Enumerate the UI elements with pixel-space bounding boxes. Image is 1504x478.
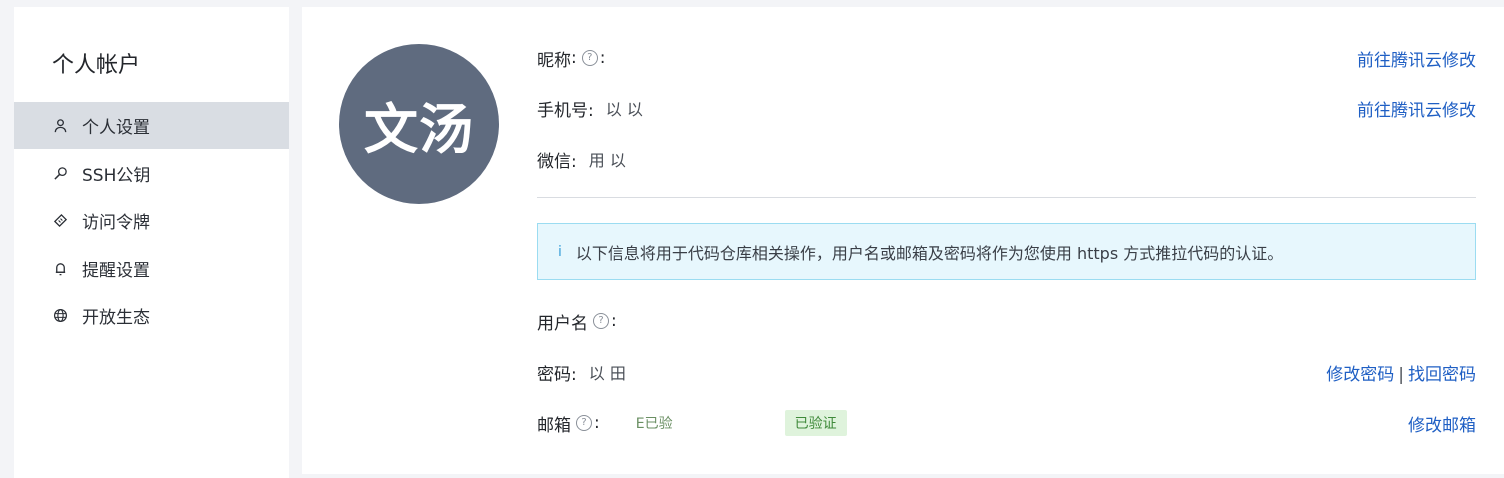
- username-row: 用户名 ? :: [537, 308, 1476, 334]
- help-icon[interactable]: ?: [593, 313, 609, 329]
- info-notice: i 以下信息将用于代码仓库相关操作，用户名或邮箱及密码将作为您使用 https …: [537, 223, 1476, 280]
- nickname-row: 昵称 : ? : 前往腾讯云修改: [537, 45, 1476, 71]
- help-icon[interactable]: ?: [576, 415, 592, 431]
- username-colon: :: [611, 311, 617, 331]
- sidebar: 个人帐户 个人设置 SSH公钥 访问令牌 提醒设置 开放生态: [14, 7, 289, 478]
- help-icon[interactable]: ?: [581, 50, 598, 66]
- bell-icon: [52, 261, 68, 277]
- password-label: 密码:: [537, 364, 577, 385]
- sidebar-title: 个人帐户: [52, 53, 141, 78]
- email-label: 邮箱: [537, 415, 571, 436]
- email-colon: :: [594, 413, 600, 433]
- verified-badge: 已验证: [784, 410, 847, 436]
- phone-row: 手机号: 以 以 前往腾讯云修改: [537, 95, 1476, 121]
- ticket-icon: [52, 213, 68, 229]
- sidebar-item-open-ecosystem[interactable]: 开放生态: [14, 292, 289, 339]
- sidebar-item-label: 访问令牌: [82, 213, 150, 233]
- sidebar-item-ssh-keys[interactable]: SSH公钥: [14, 150, 289, 197]
- username-label: 用户名: [537, 313, 588, 334]
- nickname-colon: :: [571, 48, 577, 68]
- sidebar-item-access-tokens[interactable]: 访问令牌: [14, 197, 289, 244]
- email-row: 邮箱 ? : E已验 已验证 修改邮箱: [537, 410, 1476, 436]
- recover-password-link[interactable]: 找回密码: [1408, 365, 1476, 385]
- key-icon: [52, 166, 68, 182]
- nickname-separator: :: [599, 48, 606, 68]
- password-row: 密码: 以 田 修改密码 | 找回密码: [537, 359, 1476, 385]
- globe-icon: [52, 308, 68, 324]
- phone-value: 以 以: [605, 100, 643, 119]
- email-value: E已验: [635, 416, 673, 432]
- email-edit-link[interactable]: 修改邮箱: [1408, 411, 1476, 436]
- wechat-row: 微信: 用 以: [537, 146, 1476, 172]
- sidebar-item-personal-settings[interactable]: 个人设置: [14, 102, 289, 149]
- phone-edit-link[interactable]: 前往腾讯云修改: [1357, 96, 1476, 121]
- nickname-label: 昵称: [537, 50, 571, 71]
- notice-text: 以下信息将用于代码仓库相关操作，用户名或邮箱及密码将作为您使用 https 方式…: [575, 243, 1284, 263]
- wechat-value: 用 以: [588, 151, 626, 170]
- divider: [537, 197, 1476, 198]
- sidebar-item-label: 提醒设置: [82, 261, 150, 281]
- user-icon: [52, 118, 68, 134]
- sidebar-item-label: 个人设置: [82, 118, 150, 138]
- info-icon: i: [558, 243, 562, 260]
- avatar[interactable]: 文汤: [339, 44, 499, 204]
- password-value: 以 田: [588, 364, 626, 383]
- password-actions: 修改密码 | 找回密码: [1326, 360, 1476, 385]
- profile-panel: 文汤 昵称 : ? : 前往腾讯云修改 手机号: 以 以 前往腾讯云修改 微信:…: [302, 7, 1504, 474]
- wechat-label: 微信:: [537, 151, 577, 172]
- phone-label: 手机号:: [537, 100, 594, 121]
- change-password-link[interactable]: 修改密码: [1326, 365, 1394, 385]
- sidebar-item-label: 开放生态: [82, 308, 150, 328]
- separator: |: [1398, 364, 1404, 385]
- nickname-edit-link[interactable]: 前往腾讯云修改: [1357, 46, 1476, 71]
- sidebar-item-notifications[interactable]: 提醒设置: [14, 245, 289, 292]
- sidebar-item-label: SSH公钥: [82, 166, 151, 186]
